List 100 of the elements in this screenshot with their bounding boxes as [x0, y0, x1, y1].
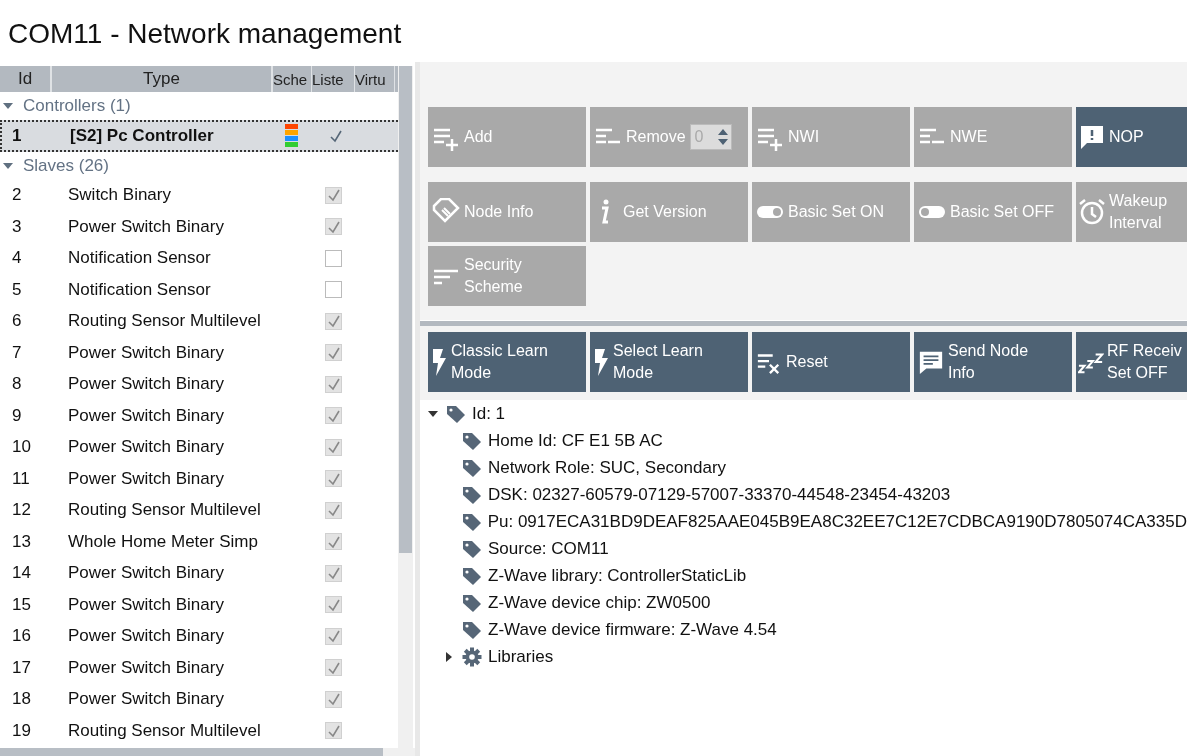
- button-label: Security Scheme: [464, 255, 523, 297]
- tree-item-label[interactable]: Pu: 0917ECA31BD9DEAF825AAE045B9EA8C32EE7C12E7CDBCA9190D7805074CA335D: [487, 511, 1187, 532]
- id-cell-text: 9: [11, 405, 23, 426]
- table-row[interactable]: 14 Power Switch Binary: [0, 557, 398, 589]
- id-cell-text: 3: [11, 216, 23, 237]
- button-label: Reset: [786, 352, 828, 373]
- table-row[interactable]: 17 Power Switch Binary: [0, 652, 398, 684]
- tree-item-label[interactable]: Id: 1: [472, 403, 506, 424]
- group-label: Controllers (1): [23, 96, 131, 116]
- checkbox[interactable]: [325, 344, 342, 362]
- button-label: NWE: [950, 127, 988, 148]
- button-label: Basic Set OFF: [950, 202, 1055, 223]
- type-cell-text: Routing Sensor Multilevel: [67, 311, 262, 332]
- id-cell-text: 4: [11, 248, 23, 269]
- info-icon: [600, 199, 610, 225]
- table-row[interactable]: 19 Routing Sensor Multilevel: [0, 715, 398, 747]
- column-header[interactable]: Type: [52, 66, 273, 92]
- id-cell-text: 2: [11, 185, 23, 206]
- button-label: Wakeup Interval: [1109, 191, 1168, 233]
- tree-item-label[interactable]: Z-Wave device chip: ZW0500: [488, 592, 711, 613]
- table-row[interactable]: 15 Power Switch Binary: [0, 589, 398, 621]
- table-row[interactable]: 18 Power Switch Binary: [0, 683, 398, 715]
- checkbox[interactable]: [325, 690, 342, 708]
- table-row[interactable]: 12 Routing Sensor Multilevel: [0, 494, 398, 526]
- type-cell-text: Notification Sensor: [67, 248, 212, 269]
- type-cell-text: Power Switch Binary: [67, 626, 225, 647]
- type-cell-text: Whole Home Meter Simp: [67, 531, 259, 552]
- type-cell-text: Power Switch Binary: [67, 689, 225, 710]
- column-header[interactable]: Id: [0, 66, 52, 92]
- scrollbar-thumb[interactable]: [0, 748, 383, 756]
- checkbox[interactable]: [325, 438, 342, 456]
- table-row[interactable]: 11 Power Switch Binary: [0, 463, 398, 495]
- column-header[interactable]: Liste: [312, 66, 355, 92]
- checkbox[interactable]: [325, 281, 342, 299]
- tag-icon: [462, 430, 482, 451]
- checkbox[interactable]: [325, 407, 342, 425]
- checkbox[interactable]: [325, 186, 342, 204]
- lightning-icon: [594, 348, 609, 376]
- selected-row[interactable]: 1 [S2] Pc Controller: [0, 120, 398, 152]
- button-label: Node Info: [464, 202, 534, 223]
- checkbox[interactable]: [325, 722, 342, 740]
- checkbox[interactable]: [325, 659, 342, 677]
- id-cell-text: 12: [11, 500, 32, 521]
- learn-button[interactable]: Reset: [752, 332, 910, 392]
- checkbox[interactable]: [325, 470, 342, 488]
- table-row[interactable]: 6 Routing Sensor Multilevel: [0, 305, 398, 337]
- tree-item-label[interactable]: Z-Wave library: ControllerStaticLib: [488, 565, 747, 586]
- window-title: COM11 - Network management: [8, 18, 402, 50]
- type-cell-text: Power Switch Binary: [67, 342, 225, 363]
- learn-button[interactable]: RF Receiv Set OFF: [1076, 332, 1187, 392]
- table-row[interactable]: 13 Whole Home Meter Simp: [0, 526, 398, 558]
- tree-item-label[interactable]: Source: COM11: [488, 538, 609, 559]
- checkbox[interactable]: [325, 564, 342, 582]
- checkbox[interactable]: [325, 249, 342, 267]
- table-row[interactable]: 9 Power Switch Binary: [0, 400, 398, 432]
- learn-button[interactable]: Classic Learn Mode: [428, 332, 586, 392]
- tree-item-label[interactable]: Network Role: SUC, Secondary: [488, 457, 727, 478]
- type-cell-text: Switch Binary: [67, 185, 172, 206]
- type-cell-text: [S2] Pc Controller: [69, 125, 215, 146]
- checkbox[interactable]: [325, 218, 342, 236]
- learn-button[interactable]: Send Node Info: [914, 332, 1072, 392]
- checkbox[interactable]: [325, 312, 342, 330]
- caret-icon[interactable]: [428, 408, 438, 419]
- id-cell-text: 6: [11, 311, 23, 332]
- table-row[interactable]: 4 Notification Sensor: [0, 242, 398, 274]
- type-cell-text: Power Switch Binary: [67, 468, 225, 489]
- checkbox[interactable]: [325, 533, 342, 551]
- scrollbar-thumb[interactable]: [399, 66, 412, 553]
- id-cell-text: 14: [11, 563, 32, 584]
- tag-icon: [446, 403, 466, 424]
- checkbox[interactable]: [325, 627, 342, 645]
- column-header[interactable]: Virtu: [355, 66, 395, 92]
- checkbox[interactable]: [325, 501, 342, 519]
- id-cell-text: 1: [11, 125, 23, 146]
- table-row[interactable]: 3 Power Switch Binary: [0, 211, 398, 243]
- button-label: NWI: [788, 127, 820, 148]
- table-row[interactable]: 10 Power Switch Binary: [0, 431, 398, 463]
- button-label: RF Receiv Set OFF: [1107, 341, 1182, 383]
- checkbox[interactable]: [325, 375, 342, 393]
- table-row[interactable]: 7 Power Switch Binary: [0, 337, 398, 369]
- button-label: Select Learn Mode: [613, 341, 703, 383]
- checkbox[interactable]: [325, 596, 342, 614]
- id-cell-text: 8: [11, 374, 23, 395]
- table-row[interactable]: 8 Power Switch Binary: [0, 368, 398, 400]
- button-label: Get Version: [623, 202, 707, 223]
- learn-button[interactable]: Select Learn Mode: [590, 332, 748, 392]
- caret-icon[interactable]: [444, 651, 454, 662]
- tree-item-label[interactable]: Libraries: [488, 646, 554, 667]
- button-label: Basic Set ON: [788, 202, 885, 223]
- tag-icon: [462, 565, 482, 586]
- column-header[interactable]: Sche: [273, 66, 312, 92]
- table-row[interactable]: 2 Switch Binary: [0, 179, 398, 211]
- table-row[interactable]: 16 Power Switch Binary: [0, 620, 398, 652]
- type-cell-text: Power Switch Binary: [67, 657, 225, 678]
- group-label: Slaves (26): [23, 155, 109, 176]
- command-button[interactable]: NOP: [1076, 107, 1187, 167]
- table-row[interactable]: 5 Notification Sensor: [0, 274, 398, 306]
- tree-item-label[interactable]: Home Id: CF E1 5B AC: [488, 430, 663, 451]
- tree-item-label[interactable]: DSK: 02327-60579-07129-57007-33370-44548-23454-43203: [488, 484, 951, 505]
- tree-item-label[interactable]: Z-Wave device firmware: Z-Wave 4.54: [488, 619, 777, 640]
